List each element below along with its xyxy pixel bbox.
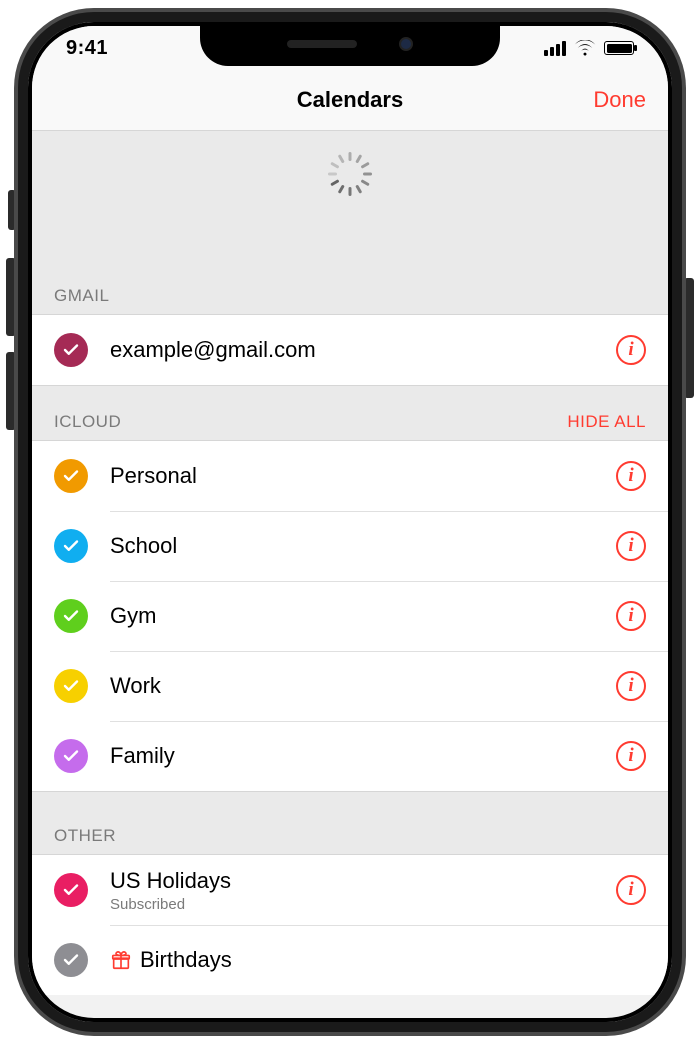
checkmark-icon[interactable]: [54, 943, 88, 977]
section-header-label: OTHER: [54, 826, 116, 846]
calendar-sublabel: Subscribed: [110, 896, 616, 913]
calendar-label: Personal: [110, 463, 616, 489]
mute-switch: [8, 190, 16, 230]
status-time: 9:41: [66, 37, 108, 60]
speaker-grill: [287, 40, 357, 48]
info-button[interactable]: i: [616, 741, 646, 771]
list-gmail: example@gmail.com i: [32, 314, 668, 386]
section-header-gmail: GMAIL: [32, 260, 668, 314]
info-button[interactable]: i: [616, 335, 646, 365]
hide-all-button[interactable]: HIDE ALL: [567, 412, 646, 432]
calendar-row-work[interactable]: Work i: [32, 651, 668, 721]
page-title: Calendars: [297, 87, 403, 113]
power-button: [684, 278, 694, 398]
battery-icon: [604, 41, 634, 55]
calendar-row-personal[interactable]: Personal i: [32, 441, 668, 511]
front-camera: [399, 37, 413, 51]
spinner-icon: [334, 151, 366, 183]
info-button[interactable]: i: [616, 601, 646, 631]
info-button[interactable]: i: [616, 671, 646, 701]
section-header-other: OTHER: [32, 792, 668, 854]
checkmark-icon[interactable]: [54, 739, 88, 773]
nav-bar: Calendars Done: [32, 70, 668, 130]
list-other: US Holidays Subscribed i Birthdays: [32, 854, 668, 995]
volume-down-button: [6, 352, 16, 430]
calendar-label: School: [110, 533, 616, 559]
checkmark-icon[interactable]: [54, 599, 88, 633]
checkmark-icon[interactable]: [54, 459, 88, 493]
calendar-label: Family: [110, 743, 616, 769]
info-button[interactable]: i: [616, 461, 646, 491]
calendar-row-school[interactable]: School i: [32, 511, 668, 581]
calendar-label: example@gmail.com: [110, 337, 616, 363]
phone-frame: 9:41 Calendars Done GMAIL: [18, 12, 682, 1032]
calendar-row-gmail-account[interactable]: example@gmail.com i: [32, 315, 668, 385]
volume-up-button: [6, 258, 16, 336]
info-button[interactable]: i: [616, 875, 646, 905]
calendar-row-gym[interactable]: Gym i: [32, 581, 668, 651]
calendar-label: Gym: [110, 603, 616, 629]
done-button[interactable]: Done: [593, 87, 646, 113]
screen: 9:41 Calendars Done GMAIL: [32, 26, 668, 1018]
wifi-icon: [574, 40, 596, 56]
section-header-label: GMAIL: [54, 286, 109, 306]
refresh-area[interactable]: [32, 130, 668, 260]
section-header-icloud: ICLOUD HIDE ALL: [32, 386, 668, 440]
checkmark-icon[interactable]: [54, 873, 88, 907]
info-button[interactable]: i: [616, 531, 646, 561]
calendar-label: Birthdays: [110, 947, 646, 973]
checkmark-icon[interactable]: [54, 333, 88, 367]
calendar-row-family[interactable]: Family i: [32, 721, 668, 791]
list-icloud: Personal i School i Gym i Work i: [32, 440, 668, 792]
section-header-label: ICLOUD: [54, 412, 121, 432]
calendar-row-birthdays[interactable]: Birthdays: [32, 925, 668, 995]
calendar-label: Work: [110, 673, 616, 699]
calendar-row-us-holidays[interactable]: US Holidays Subscribed i: [32, 855, 668, 925]
checkmark-icon[interactable]: [54, 529, 88, 563]
checkmark-icon[interactable]: [54, 669, 88, 703]
notch: [200, 22, 500, 66]
cellular-signal-icon: [544, 40, 566, 56]
calendar-label: US Holidays: [110, 868, 616, 894]
gift-icon: [110, 949, 132, 971]
